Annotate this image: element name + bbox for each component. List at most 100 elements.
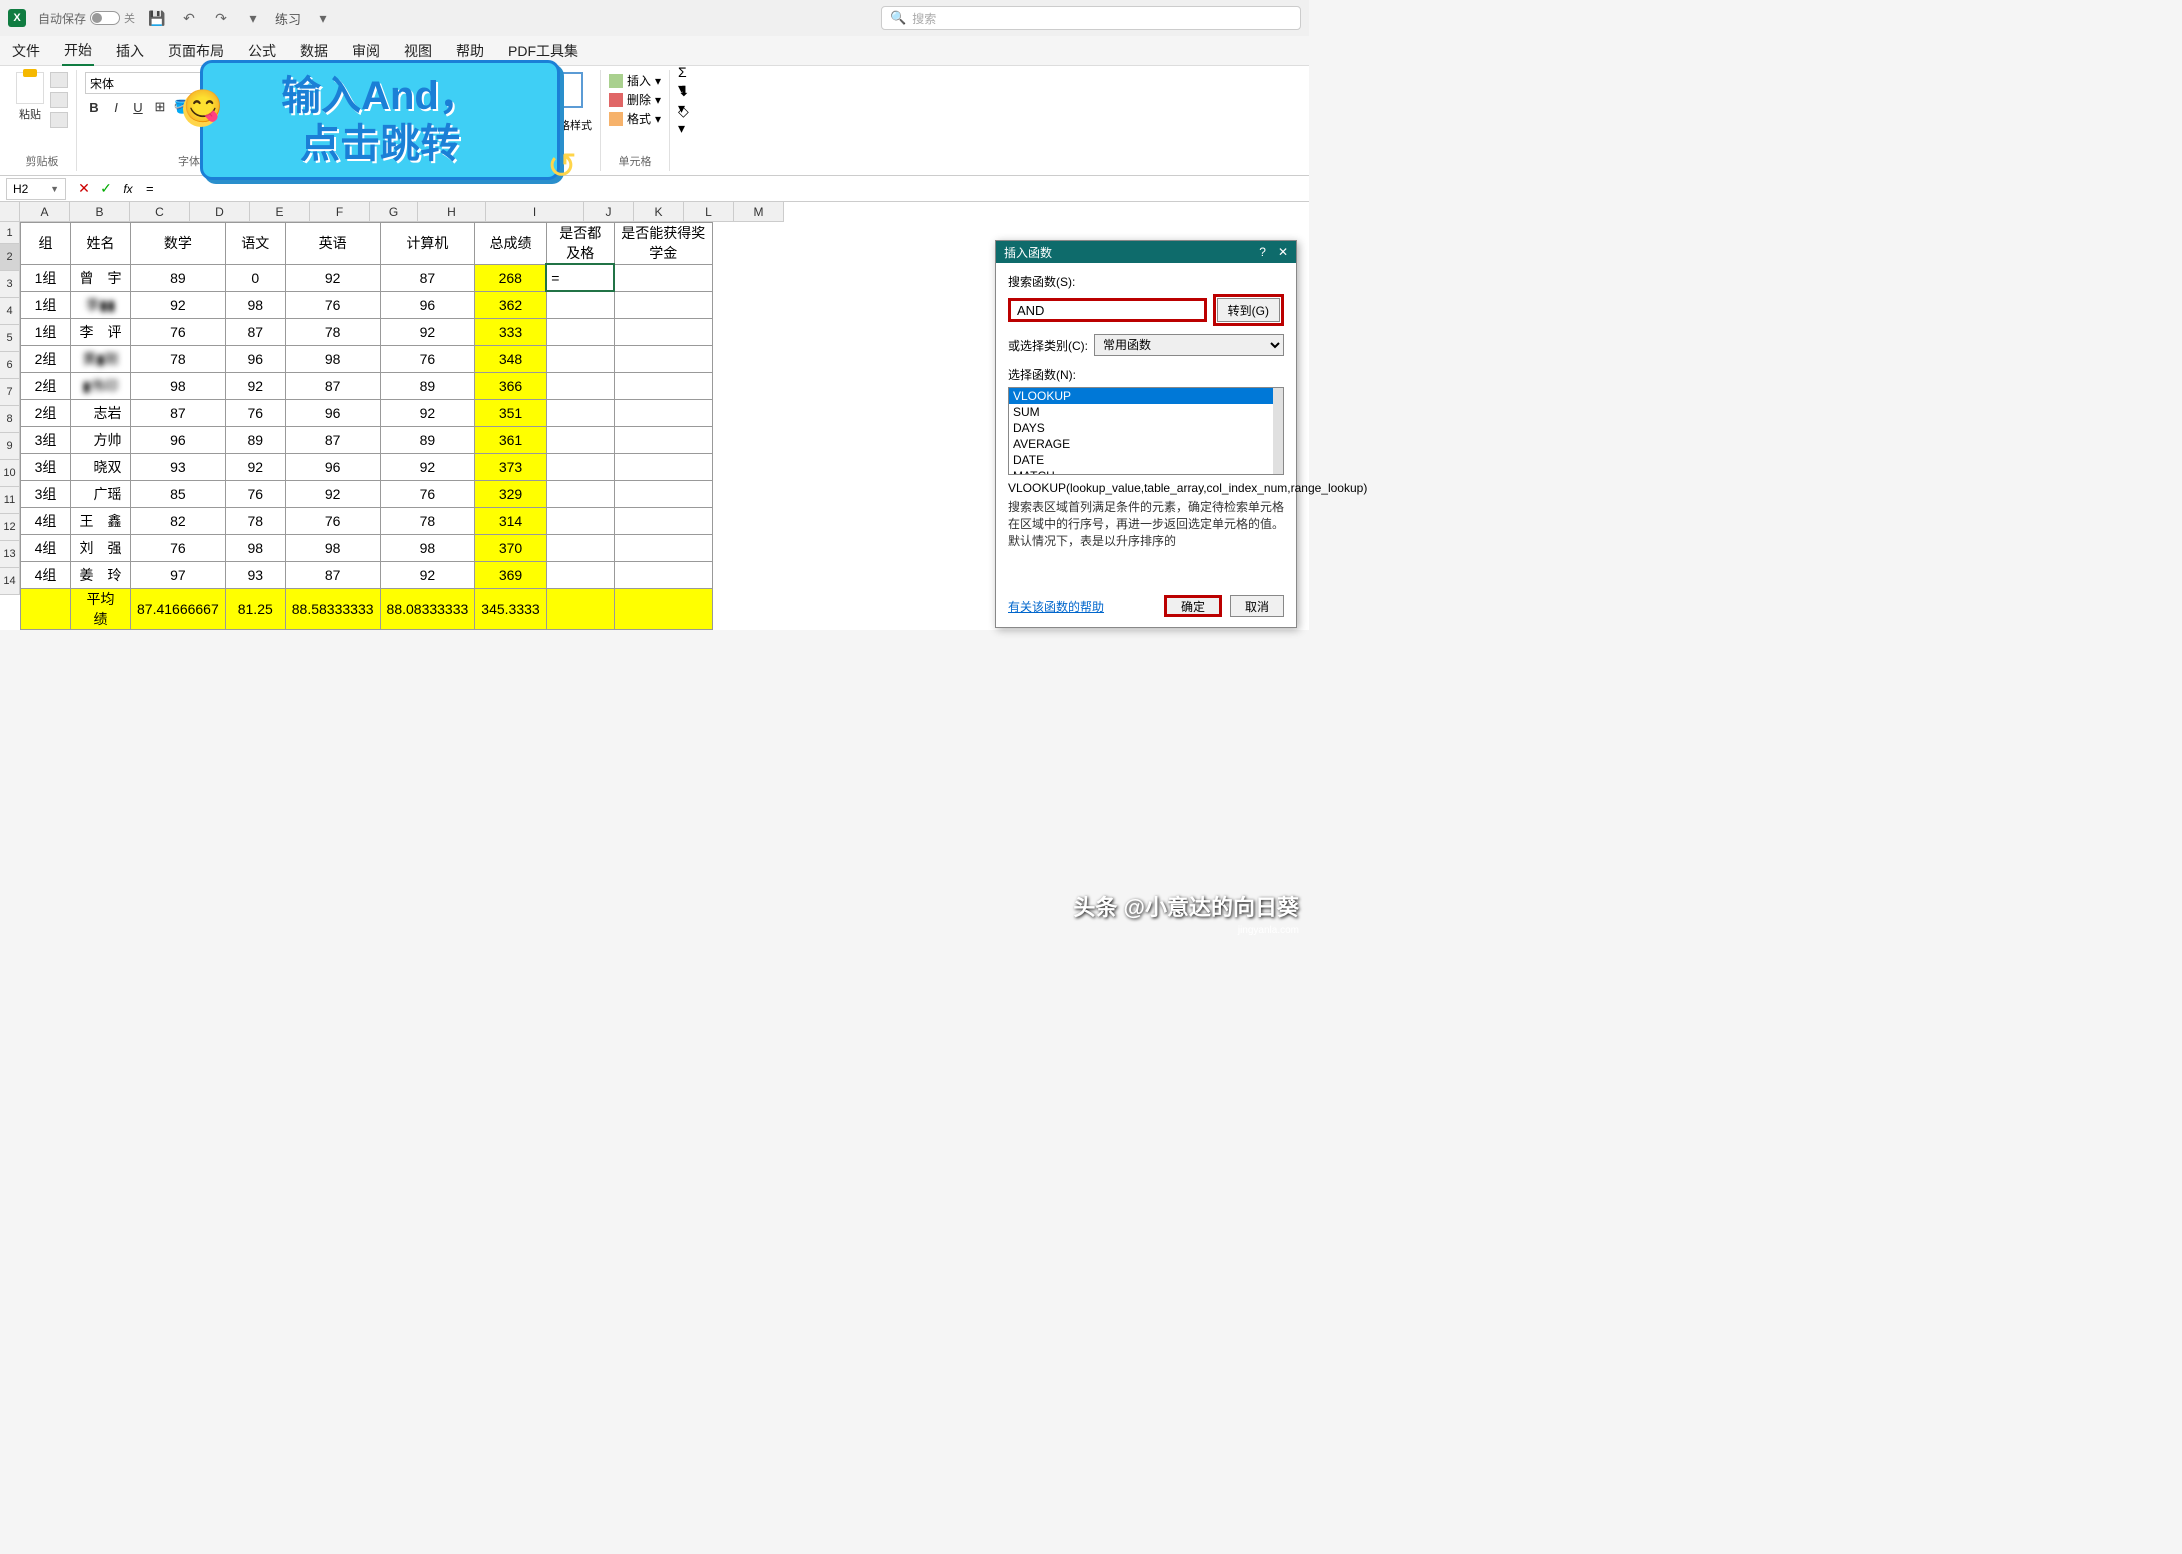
col-header-D[interactable]: D xyxy=(190,202,250,222)
name-box[interactable]: H2 ▼ xyxy=(6,178,66,200)
redo-icon[interactable]: ↷ xyxy=(211,8,231,28)
cell[interactable]: 李 评 xyxy=(71,318,131,345)
cell[interactable]: 87 xyxy=(380,264,475,291)
cell[interactable]: 96 xyxy=(380,291,475,318)
cell[interactable]: 268 xyxy=(475,264,546,291)
cell[interactable] xyxy=(546,345,614,372)
cell[interactable] xyxy=(546,480,614,507)
underline-button[interactable]: U xyxy=(129,98,147,116)
goto-button[interactable]: 转到(G) xyxy=(1217,298,1280,322)
cell[interactable]: 89 xyxy=(131,264,226,291)
enter-formula-icon[interactable]: ✓ xyxy=(96,179,116,199)
row-header-9[interactable]: 9 xyxy=(0,433,20,460)
cell[interactable]: 97 xyxy=(131,561,226,588)
cut-icon[interactable] xyxy=(50,72,68,88)
cell[interactable] xyxy=(546,318,614,345)
function-item[interactable]: AVERAGE xyxy=(1009,436,1283,452)
col-header-J[interactable]: J xyxy=(584,202,634,222)
function-item[interactable]: DAYS xyxy=(1009,420,1283,436)
row-header-2[interactable]: 2 xyxy=(0,244,20,271)
cell[interactable]: 76 xyxy=(131,318,226,345)
cell[interactable] xyxy=(614,426,712,453)
cell[interactable]: 1组 xyxy=(21,264,71,291)
cell[interactable] xyxy=(614,480,712,507)
border-button[interactable]: ⊞ xyxy=(151,98,169,116)
cell[interactable]: 87 xyxy=(285,372,380,399)
cell[interactable]: 晓双 xyxy=(71,453,131,480)
cell[interactable]: 92 xyxy=(380,399,475,426)
cell[interactable] xyxy=(614,561,712,588)
cell[interactable]: 87 xyxy=(285,561,380,588)
formula-input[interactable] xyxy=(138,178,1309,200)
cell[interactable]: 373 xyxy=(475,453,546,480)
italic-button[interactable]: I xyxy=(107,98,125,116)
cell[interactable]: 314 xyxy=(475,507,546,534)
row-header-10[interactable]: 10 xyxy=(0,460,20,487)
col-header-M[interactable]: M xyxy=(734,202,784,222)
cell[interactable]: 76 xyxy=(131,534,226,561)
cell[interactable] xyxy=(614,318,712,345)
cell[interactable]: 92 xyxy=(380,453,475,480)
row-header-13[interactable]: 13 xyxy=(0,541,20,568)
cell[interactable]: 89 xyxy=(225,426,285,453)
cell[interactable]: 96 xyxy=(285,399,380,426)
cell[interactable]: 姜 玲 xyxy=(71,561,131,588)
col-header-B[interactable]: B xyxy=(70,202,130,222)
paste-button[interactable]: 粘贴 xyxy=(16,72,44,122)
cell[interactable]: 刘 强 xyxy=(71,534,131,561)
save-icon[interactable]: 💾 xyxy=(147,8,167,28)
cell[interactable]: 方帅 xyxy=(71,426,131,453)
cell[interactable]: 92 xyxy=(285,264,380,291)
cell[interactable] xyxy=(546,399,614,426)
qat-dropdown-icon[interactable]: ▾ xyxy=(243,8,263,28)
name-box-dropdown-icon[interactable]: ▼ xyxy=(50,184,59,194)
cell[interactable]: 76 xyxy=(380,345,475,372)
cell[interactable]: 370 xyxy=(475,534,546,561)
cell[interactable]: 362 xyxy=(475,291,546,318)
cell[interactable]: 2组 xyxy=(21,345,71,372)
search-function-input[interactable] xyxy=(1008,298,1207,322)
autosave-toggle[interactable]: 自动保存 关 xyxy=(38,10,135,27)
row-header-4[interactable]: 4 xyxy=(0,298,20,325)
cell[interactable]: 92 xyxy=(285,480,380,507)
cell[interactable] xyxy=(614,291,712,318)
cell[interactable] xyxy=(614,345,712,372)
cell[interactable]: 82 xyxy=(131,507,226,534)
col-header-F[interactable]: F xyxy=(310,202,370,222)
cell[interactable]: 81.25 xyxy=(225,588,285,629)
cell[interactable]: ▮伟印 xyxy=(71,372,131,399)
cell[interactable]: 98 xyxy=(225,534,285,561)
tab-insert[interactable]: 插入 xyxy=(114,37,146,65)
cell[interactable]: 李▮▮ xyxy=(71,291,131,318)
cell[interactable] xyxy=(546,561,614,588)
cell[interactable]: 2组 xyxy=(21,399,71,426)
row-header-11[interactable]: 11 xyxy=(0,487,20,514)
cell[interactable]: 87 xyxy=(131,399,226,426)
cell[interactable]: 89 xyxy=(380,426,475,453)
cell[interactable]: 87 xyxy=(285,426,380,453)
cell[interactable]: = xyxy=(546,264,614,291)
toggle-switch-icon[interactable] xyxy=(90,11,120,25)
cancel-formula-icon[interactable]: ✕ xyxy=(74,179,94,199)
cell[interactable]: 76 xyxy=(380,480,475,507)
col-header-G[interactable]: G xyxy=(370,202,418,222)
cell[interactable]: 黄▮刚 xyxy=(71,345,131,372)
help-link[interactable]: 有关该函数的帮助 xyxy=(1008,598,1104,615)
cell[interactable] xyxy=(546,372,614,399)
fx-icon[interactable]: fx xyxy=(118,179,138,199)
cell[interactable]: 3组 xyxy=(21,453,71,480)
col-header-I[interactable]: I xyxy=(486,202,584,222)
format-painter-icon[interactable] xyxy=(50,112,68,128)
cell[interactable]: 98 xyxy=(380,534,475,561)
cell[interactable] xyxy=(614,507,712,534)
cell[interactable]: 88.08333333 xyxy=(380,588,475,629)
cell[interactable]: 4组 xyxy=(21,534,71,561)
col-header-K[interactable]: K xyxy=(634,202,684,222)
cell[interactable] xyxy=(546,507,614,534)
cell[interactable]: 王 鑫 xyxy=(71,507,131,534)
format-cells-button[interactable]: 格式 ▾ xyxy=(609,110,661,127)
cell[interactable]: 92 xyxy=(380,318,475,345)
cell[interactable]: 4组 xyxy=(21,507,71,534)
cell[interactable]: 志岩 xyxy=(71,399,131,426)
cell[interactable]: 3组 xyxy=(21,480,71,507)
